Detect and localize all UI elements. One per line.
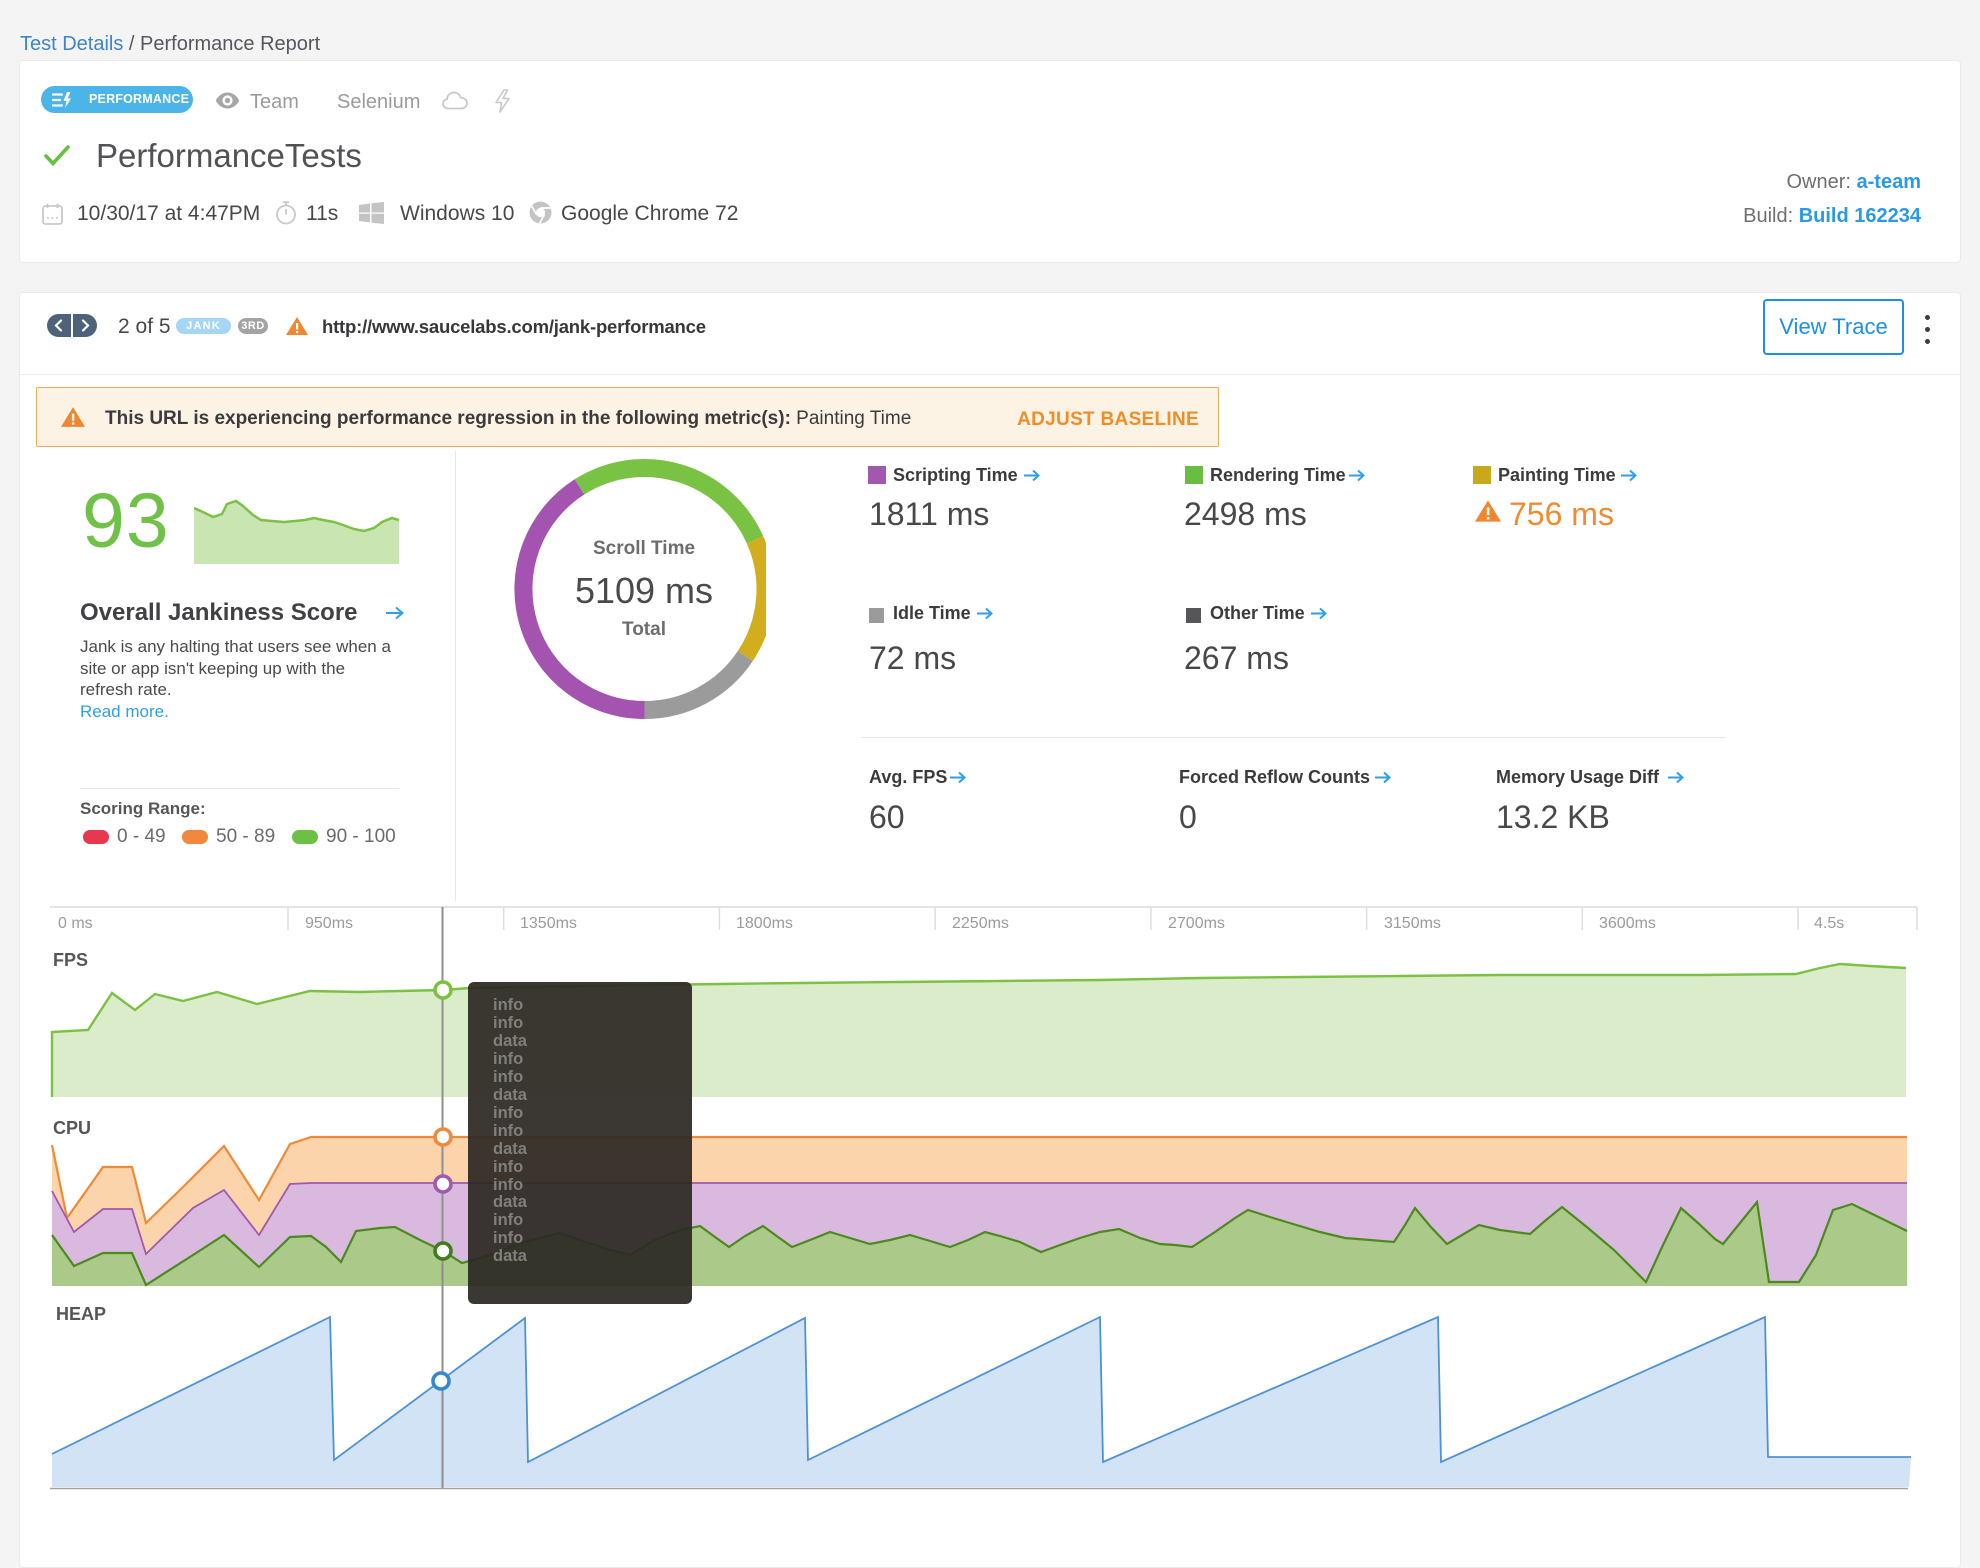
svg-text:2250ms: 2250ms	[952, 915, 1009, 932]
svg-text:HEAP: HEAP	[56, 1304, 106, 1324]
svg-text:0 ms: 0 ms	[58, 915, 93, 932]
svg-text:1800ms: 1800ms	[736, 915, 793, 932]
svg-text:4.5s: 4.5s	[1814, 915, 1844, 932]
svg-text:1350ms: 1350ms	[520, 915, 577, 932]
svg-text:CPU: CPU	[53, 1118, 91, 1138]
svg-text:950ms: 950ms	[305, 915, 353, 932]
svg-text:3150ms: 3150ms	[1384, 915, 1441, 932]
svg-text:2700ms: 2700ms	[1168, 915, 1225, 932]
svg-text:3600ms: 3600ms	[1599, 915, 1656, 932]
svg-text:FPS: FPS	[53, 950, 88, 970]
